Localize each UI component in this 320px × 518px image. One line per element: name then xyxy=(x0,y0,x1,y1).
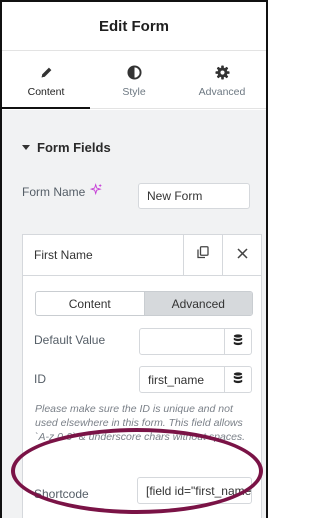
dynamic-tags-button[interactable] xyxy=(224,366,252,393)
switch-content[interactable]: Content xyxy=(36,292,144,315)
tab-advanced[interactable]: Advanced xyxy=(178,52,266,108)
editor-panel: Edit Form Content Style Advanced Form Fi… xyxy=(0,0,268,518)
shortcode-label: Shortcode xyxy=(34,487,89,501)
switch-advanced[interactable]: Advanced xyxy=(143,292,252,315)
tab-content-label: Content xyxy=(27,86,65,98)
content-advanced-switch: Content Advanced xyxy=(35,291,253,316)
panel-tabs: Content Style Advanced xyxy=(2,52,266,109)
remove-button[interactable] xyxy=(222,235,261,275)
field-item-header: First Name xyxy=(23,235,261,276)
database-icon xyxy=(233,333,243,351)
section-title: Form Fields xyxy=(37,140,111,155)
default-value-label: Default Value xyxy=(34,333,106,347)
form-name-input[interactable]: New Form xyxy=(138,183,250,209)
form-name-label: Form Name xyxy=(22,185,86,199)
default-value-input[interactable] xyxy=(139,328,225,355)
tab-advanced-label: Advanced xyxy=(198,86,246,98)
duplicate-button[interactable] xyxy=(183,235,222,275)
database-icon xyxy=(233,371,243,389)
field-item: First Name Content Advanced Default Valu… xyxy=(22,234,262,518)
field-item-title[interactable]: First Name xyxy=(23,235,183,275)
gear-icon xyxy=(214,64,230,80)
panel-header: Edit Form xyxy=(2,2,266,51)
pencil-icon xyxy=(40,64,53,80)
id-input[interactable]: first_name xyxy=(139,366,225,393)
tab-style[interactable]: Style xyxy=(90,52,178,108)
id-label: ID xyxy=(34,372,46,386)
caret-down-icon xyxy=(22,145,30,150)
shortcode-input[interactable]: [field id="first_name"] xyxy=(137,477,252,504)
id-help-text: Please make sure the ID is unique and no… xyxy=(35,403,246,443)
ai-sparkle-icon[interactable] xyxy=(90,183,103,201)
half-circle-icon xyxy=(126,64,142,80)
tab-content[interactable]: Content xyxy=(2,52,90,109)
dynamic-tags-button[interactable] xyxy=(224,328,252,355)
close-icon xyxy=(236,246,248,264)
form-name-label-row: Form Name xyxy=(22,183,103,201)
tab-style-label: Style xyxy=(122,86,146,98)
copy-icon xyxy=(197,246,209,264)
form-fields-section-toggle[interactable]: Form Fields xyxy=(22,140,111,155)
panel-title: Edit Form xyxy=(99,17,169,35)
